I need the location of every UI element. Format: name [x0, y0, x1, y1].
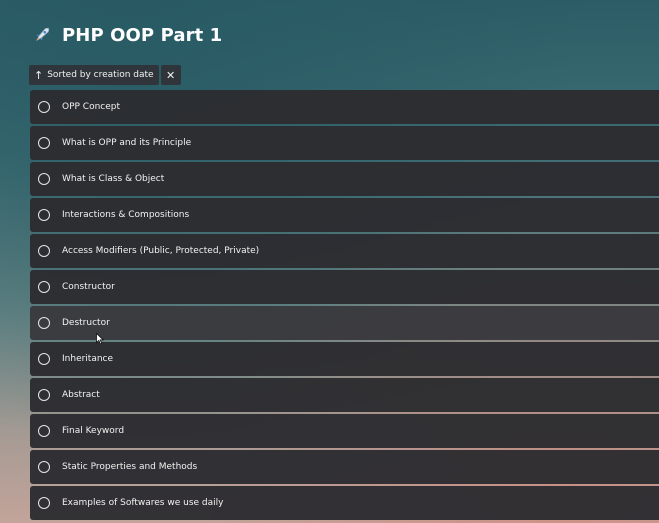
arrow-up-icon: ↑ [34, 68, 44, 82]
task-row[interactable]: Examples of Softwares we use daily [30, 486, 659, 520]
task-title: Final Keyword [62, 426, 125, 436]
task-title: Constructor [62, 282, 115, 292]
page-title: PHP OOP Part 1 [62, 24, 223, 46]
task-row[interactable]: Static Properties and Methods [30, 450, 659, 484]
task-title: Examples of Softwares we use daily [62, 498, 224, 508]
task-row[interactable]: Interactions & Compositions [30, 198, 659, 232]
task-title: What is OPP and its Principle [62, 138, 192, 148]
task-row[interactable]: OPP Concept [30, 90, 659, 124]
task-row[interactable]: Access Modifiers (Public, Protected, Pri… [30, 234, 659, 268]
task-title: Static Properties and Methods [62, 462, 198, 472]
task-row[interactable]: Constructor [30, 270, 659, 304]
task-title: OPP Concept [62, 102, 121, 112]
sort-label: Sorted by creation date [47, 70, 154, 80]
complete-checkbox[interactable] [38, 389, 50, 401]
complete-checkbox[interactable] [38, 101, 50, 113]
clear-sort-button[interactable]: ✕ [160, 65, 181, 85]
task-row[interactable]: Destructor [30, 306, 659, 340]
task-title: Interactions & Compositions [62, 210, 190, 220]
sort-bar: ↑ Sorted by creation date ✕ [29, 65, 181, 85]
complete-checkbox[interactable] [38, 245, 50, 257]
task-row[interactable]: Abstract [30, 378, 659, 412]
complete-checkbox[interactable] [38, 497, 50, 509]
list-header: PHP OOP Part 1 [32, 20, 222, 50]
task-title: Access Modifiers (Public, Protected, Pri… [62, 246, 260, 256]
complete-checkbox[interactable] [38, 281, 50, 293]
sort-button[interactable]: ↑ Sorted by creation date [29, 65, 159, 85]
task-title: Abstract [62, 390, 100, 400]
task-row[interactable]: Final Keyword [30, 414, 659, 448]
task-title: What is Class & Object [62, 174, 165, 184]
mouse-cursor-icon [96, 333, 104, 345]
task-row[interactable]: Inheritance [30, 342, 659, 376]
task-list: OPP Concept What is OPP and its Principl… [30, 90, 659, 522]
complete-checkbox[interactable] [38, 317, 50, 329]
complete-checkbox[interactable] [38, 461, 50, 473]
task-title: Destructor [62, 318, 110, 328]
complete-checkbox[interactable] [38, 353, 50, 365]
task-row[interactable]: What is Class & Object [30, 162, 659, 196]
close-icon: ✕ [165, 68, 176, 82]
rocket-icon [32, 25, 52, 45]
task-row[interactable]: What is OPP and its Principle [30, 126, 659, 160]
task-title: Inheritance [62, 354, 114, 364]
complete-checkbox[interactable] [38, 137, 50, 149]
complete-checkbox[interactable] [38, 425, 50, 437]
complete-checkbox[interactable] [38, 209, 50, 221]
complete-checkbox[interactable] [38, 173, 50, 185]
